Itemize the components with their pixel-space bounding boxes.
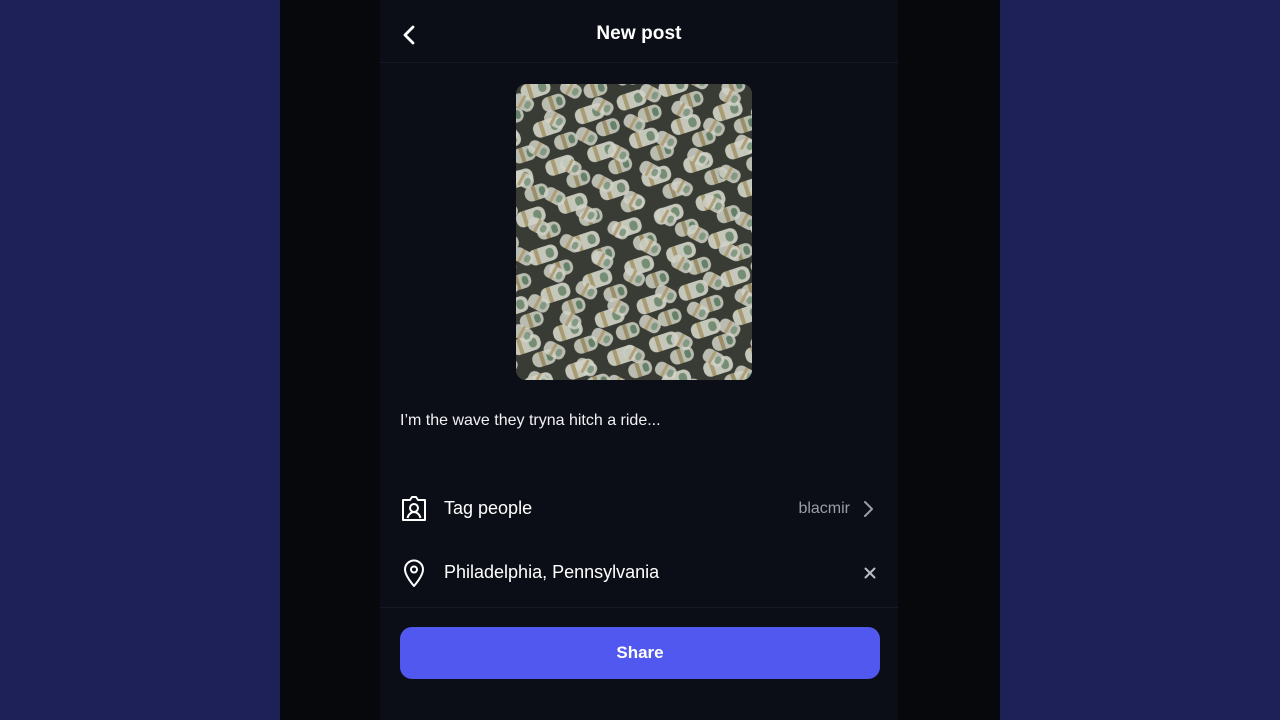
page-title: New post — [596, 23, 682, 44]
clear-location-button[interactable] — [860, 563, 880, 583]
money-rolls-image — [516, 84, 752, 380]
share-button[interactable]: Share — [400, 627, 880, 679]
top-bar: New post — [380, 0, 898, 63]
tagged-user: blacmir — [798, 500, 850, 517]
location-row[interactable]: Philadelphia, Pennsylvania — [380, 545, 898, 601]
location-pin-icon — [398, 557, 430, 589]
tag-people-label: Tag people — [444, 498, 533, 518]
tag-person-icon — [398, 493, 430, 525]
location-label: Philadelphia, Pennsylvania — [444, 562, 660, 582]
caption-text[interactable]: I’m the wave they tryna hitch a ride... — [400, 412, 870, 430]
chevron-right-icon — [858, 499, 878, 519]
new-post-screen: New post I’m the wave they tryna hitch a… — [380, 0, 898, 720]
tag-people-row[interactable]: Tag people blacmir — [380, 481, 898, 537]
post-image[interactable] — [516, 84, 752, 380]
divider — [380, 607, 898, 608]
close-icon — [864, 567, 876, 579]
